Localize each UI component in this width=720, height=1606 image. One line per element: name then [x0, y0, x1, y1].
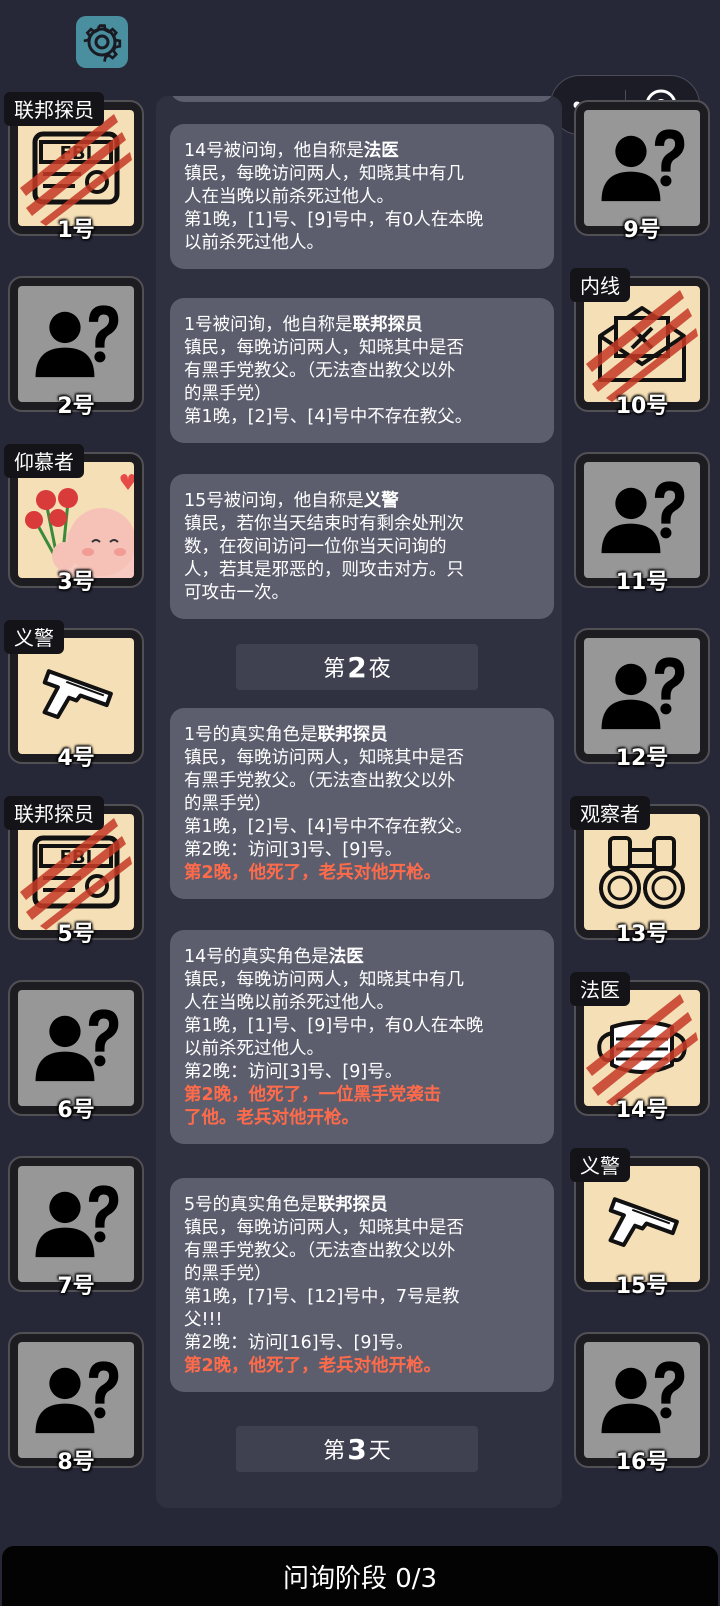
player-12[interactable]: 12号: [574, 628, 710, 771]
person-question-icon: [30, 1002, 122, 1094]
player-number: 9号: [623, 218, 661, 243]
player-number: 8号: [57, 1450, 95, 1475]
role-tag: 观察者: [570, 796, 650, 830]
player-card: [18, 1166, 134, 1282]
log-entry: 1号被问询，他自称是联邦探员 镇民，每晚访问两人，知晓其中是否 有黑手党教父。（…: [170, 298, 554, 443]
log-entry: 15号被问询，他自称是义警 镇民，若你当天结束时有剩余处刑次 数，在夜间访问一位…: [170, 474, 554, 619]
admirer-roses-icon: [25, 474, 134, 578]
role-tag: 义警: [570, 1148, 630, 1182]
player-card: [18, 1342, 134, 1458]
player-card: [18, 462, 134, 578]
player-number: 3号: [57, 570, 95, 595]
person-question-icon: [30, 1178, 122, 1270]
phase-status-text: 问询阶段 0/3: [282, 1563, 438, 1594]
player-card: [584, 1342, 700, 1458]
player-number: 5号: [57, 922, 95, 947]
settings-button[interactable]: [76, 16, 128, 68]
phase-divider: 第2夜: [236, 644, 478, 690]
role-tag: 联邦探员: [4, 92, 104, 126]
player-number: 4号: [57, 746, 95, 771]
role-tag: 仰慕者: [4, 444, 84, 478]
player-number: 15号: [615, 1274, 669, 1299]
svg-text:FBI: FBI: [60, 847, 93, 868]
role-tag: 法医: [570, 972, 630, 1006]
fbi-badge-icon: FBI: [32, 835, 120, 909]
player-card: [584, 638, 700, 754]
player-5[interactable]: FBI 联邦探员 5号: [4, 796, 144, 947]
player-7[interactable]: 7号: [8, 1156, 144, 1299]
pistol-icon: [42, 669, 113, 720]
mask-icon: [597, 1020, 687, 1074]
player-number: 12号: [615, 746, 669, 771]
player-15[interactable]: 义警 15号: [570, 1148, 710, 1299]
person-question-icon: [30, 298, 122, 390]
player-number: 7号: [57, 1274, 95, 1299]
player-6[interactable]: 6号: [8, 980, 144, 1123]
player-number: 16号: [615, 1450, 669, 1475]
log-entry: 14号被问询，他自称是法医 镇民，每晚访问两人，知晓其中有几 人在当晚以前杀死过…: [170, 124, 554, 269]
player-number: 6号: [57, 1098, 95, 1123]
player-card: [584, 990, 700, 1106]
player-card: [584, 814, 700, 930]
role-tag: 联邦探员: [4, 796, 104, 830]
player-card: [584, 1166, 700, 1282]
player-14[interactable]: 法医 14号: [570, 972, 710, 1123]
log-entry: 1号的真实角色是联邦探员 镇民，每晚访问两人，知晓其中是否 有黑手党教父。（无法…: [170, 708, 554, 899]
envelope-icon: [598, 306, 686, 382]
person-question-icon: [596, 474, 688, 566]
player-3[interactable]: 仰慕者 3号: [4, 444, 144, 595]
player-9[interactable]: 9号: [574, 100, 710, 243]
log-entry-partial: [170, 96, 554, 102]
player-number: 14号: [615, 1098, 669, 1123]
binoculars-icon: [599, 836, 685, 909]
phase-status-bar: 问询阶段 0/3: [2, 1546, 718, 1606]
pistol-icon: [608, 1197, 679, 1248]
player-4[interactable]: 义警 4号: [4, 620, 144, 771]
player-card: [18, 990, 134, 1106]
player-card: FBI: [18, 110, 134, 226]
log-entry: 14号的真实角色是法医 镇民，每晚访问两人，知晓其中有几 人在当晚以前杀死过他人…: [170, 930, 554, 1144]
role-tag: 义警: [4, 620, 64, 654]
player-number: 10号: [615, 394, 669, 419]
player-8[interactable]: 8号: [8, 1332, 144, 1475]
player-2[interactable]: 2号: [8, 276, 144, 419]
person-question-icon: [30, 1354, 122, 1446]
player-number: 13号: [615, 922, 669, 947]
game-log-panel[interactable]: 14号被问询，他自称是法医 镇民，每晚访问两人，知晓其中有几 人在当晚以前杀死过…: [156, 96, 562, 1508]
role-tag: 内线: [570, 268, 630, 302]
person-question-icon: [596, 650, 688, 742]
player-13[interactable]: 观察者 13号: [570, 796, 710, 947]
player-10[interactable]: 内线 10号: [570, 268, 710, 419]
player-card: [18, 286, 134, 402]
player-number: 11号: [615, 570, 669, 595]
person-question-icon: [596, 122, 688, 214]
svg-text:FBI: FBI: [60, 143, 93, 164]
player-card: [18, 638, 134, 754]
player-card: [584, 462, 700, 578]
player-number: 2号: [57, 394, 95, 419]
player-16[interactable]: 16号: [574, 1332, 710, 1475]
phase-divider: 第3天: [236, 1426, 478, 1472]
player-11[interactable]: 11号: [574, 452, 710, 595]
player-1[interactable]: FBI 联邦探员 1号: [4, 92, 144, 243]
player-card: [584, 110, 700, 226]
player-number: 1号: [57, 218, 95, 243]
player-card: [584, 286, 700, 402]
fbi-badge-icon: FBI: [32, 131, 120, 205]
gear-icon: [83, 24, 122, 62]
player-card: FBI: [18, 814, 134, 930]
person-question-icon: [596, 1354, 688, 1446]
log-entry: 5号的真实角色是联邦探员 镇民，每晚访问两人，知晓其中是否 有黑手党教父。（无法…: [170, 1178, 554, 1392]
